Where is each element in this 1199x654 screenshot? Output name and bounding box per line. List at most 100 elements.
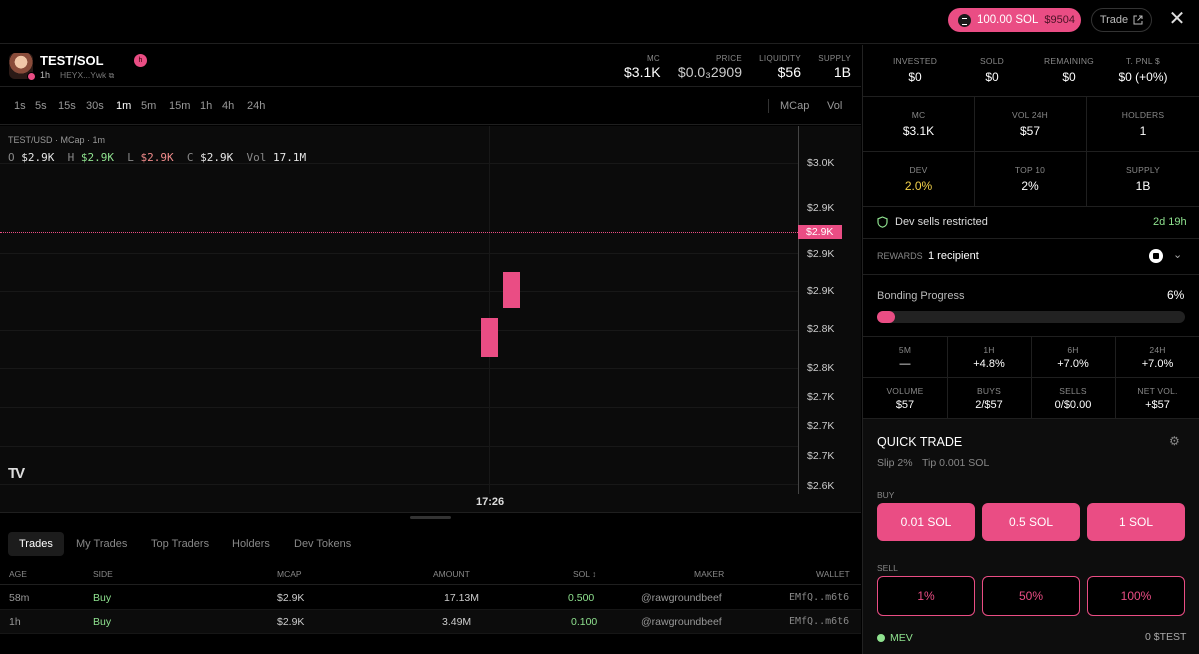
metric-holders: HOLDERS 1 <box>1086 110 1199 138</box>
top-bar: 100.00 SOL $9504 Trade ✕ <box>0 0 1199 44</box>
token-holding: 0 $TEST <box>1145 631 1187 643</box>
trade-sol: 0.500 <box>568 592 595 604</box>
tab-trades[interactable]: Trades <box>8 532 64 556</box>
timeframe-30s[interactable]: 30s <box>86 100 104 112</box>
timeframe-5s[interactable]: 5s <box>35 100 47 112</box>
balance-sol: 100.00 SOL <box>977 14 1039 26</box>
tab-top-traders[interactable]: Top Traders <box>140 532 220 556</box>
stat-sells: SELLS 0/$0.00 <box>1031 386 1115 411</box>
bonding-value: 6% <box>1167 288 1185 302</box>
col-side[interactable]: SIDE <box>93 569 113 579</box>
cell-label: T. PNL $ <box>1126 56 1160 66</box>
token-platform-badge: h <box>134 54 147 67</box>
solana-coin-icon <box>958 13 971 27</box>
col-age[interactable]: AGE <box>9 569 27 579</box>
price-axis-border <box>798 126 799 494</box>
resize-handle[interactable] <box>410 516 451 519</box>
chart-mode-mcap[interactable]: MCap <box>780 100 809 112</box>
cell-label: NET VOL. <box>1137 386 1178 396</box>
tab-holders[interactable]: Holders <box>221 532 281 556</box>
table-row[interactable]: 58m Buy $2.9K 17.13M 0.500 @rawgroundbee… <box>0 586 861 610</box>
cell-label: 6H <box>1067 345 1079 355</box>
sell-1-percent-button[interactable]: 1% <box>877 576 975 616</box>
cell-label: 24H <box>1149 345 1166 355</box>
stat-value: $0.0₃2909 <box>677 64 742 80</box>
cell-value: 2% <box>1021 179 1039 193</box>
buy-0.01-sol-button[interactable]: 0.01 SOL <box>877 503 975 541</box>
mev-status-icon <box>877 634 885 642</box>
token-address[interactable]: HEYX...Ywk ⧉ <box>60 70 114 81</box>
timeframe-15m[interactable]: 15m <box>169 100 190 112</box>
cell-value: — <box>899 358 911 370</box>
col-maker[interactable]: MAKER <box>694 569 724 579</box>
timeframe-15s[interactable]: 15s <box>58 100 76 112</box>
trade-wallet[interactable]: EMfQ..m6t6 <box>789 592 849 603</box>
current-price-line <box>0 232 798 233</box>
grid-line <box>0 407 798 408</box>
y-tick-label: $2.9K <box>807 202 835 214</box>
tab-dev-tokens[interactable]: Dev Tokens <box>283 532 362 556</box>
tab-my-trades[interactable]: My Trades <box>65 532 138 556</box>
cell-value: 2/$57 <box>975 399 1003 411</box>
tip-setting[interactable]: Tip 0.001 SOL <box>922 457 989 469</box>
sell-50-percent-button[interactable]: 50% <box>982 576 1080 616</box>
copy-icon[interactable]: ⧉ <box>109 71 115 80</box>
dev-sells-label: Dev sells restricted <box>895 216 988 228</box>
timeframe-1h[interactable]: 1h <box>200 100 212 112</box>
cell-label: 5M <box>898 345 912 355</box>
chart-mode-vol[interactable]: Vol <box>827 100 842 112</box>
col-mcap[interactable]: MCAP <box>277 569 302 579</box>
trade-maker[interactable]: @rawgroundbeef <box>641 616 722 628</box>
col-sol[interactable]: SOL ↕ <box>573 569 596 579</box>
gear-icon[interactable]: ⚙ <box>1169 434 1180 448</box>
divider <box>863 274 1199 275</box>
cell-label: 1H <box>983 345 995 355</box>
col-amount[interactable]: AMOUNT <box>433 569 470 579</box>
ohlc-close-label: C <box>186 151 194 164</box>
trade-maker[interactable]: @rawgroundbeef <box>641 592 722 604</box>
divider <box>863 151 1199 152</box>
y-tick-label: $2.6K <box>807 480 835 492</box>
wallet-balance-button[interactable]: 100.00 SOL $9504 <box>948 8 1081 32</box>
close-icon[interactable]: ✕ <box>1166 9 1188 31</box>
col-wallet[interactable]: WALLET <box>816 569 850 579</box>
buy-0.5-sol-button[interactable]: 0.5 SOL <box>982 503 1080 541</box>
token-age: 1h <box>40 70 51 80</box>
stat-supply: SUPPLY 1B <box>815 54 851 80</box>
price-chart[interactable]: TEST/USD · MCap · 1m O $2.9K H $2.9K L $… <box>0 126 861 513</box>
ohlc-low-label: L <box>127 151 134 164</box>
trade-wallet[interactable]: EMfQ..m6t6 <box>789 616 849 627</box>
stat-volume: VOLUME $57 <box>863 386 947 411</box>
sell-100-percent-button[interactable]: 100% <box>1087 576 1185 616</box>
trade-button[interactable]: Trade <box>1091 8 1152 32</box>
cell-value: $57 <box>895 399 915 411</box>
stat-mc: MC $3.1K <box>624 54 661 80</box>
mev-toggle[interactable]: MEV <box>877 632 913 644</box>
quick-trade-title: QUICK TRADE <box>877 435 963 449</box>
timeframe-24h[interactable]: 24h <box>247 100 265 112</box>
cell-label: MC <box>911 110 926 120</box>
recipient-avatar[interactable] <box>1149 249 1163 263</box>
timeframe-5m[interactable]: 5m <box>141 100 156 112</box>
buy-label: BUY <box>877 490 895 500</box>
timeframe-4h[interactable]: 4h <box>222 100 234 112</box>
cell-value: $0 (+0%) <box>1118 70 1168 84</box>
token-avatar[interactable] <box>9 53 36 81</box>
timeframe-1s[interactable]: 1s <box>14 100 26 112</box>
stat-price: PRICE $0.0₃2909 <box>676 54 742 80</box>
metric-top10: TOP 10 2% <box>974 165 1086 193</box>
position-total-pnl: T. PNL $ $0 (+0%) <box>1091 56 1195 84</box>
y-tick-label: $2.7K <box>807 450 835 462</box>
tradingview-logo[interactable]: TV <box>8 465 25 482</box>
timeframe-1m[interactable]: 1m <box>116 100 131 112</box>
mev-label: MEV <box>890 632 913 644</box>
grid-line <box>0 368 798 369</box>
table-row[interactable]: 1h Buy $2.9K 3.49M 0.100 @rawgroundbeef … <box>0 610 861 634</box>
ohlc-open-label: O <box>8 151 15 164</box>
buy-1-sol-button[interactable]: 1 SOL <box>1087 503 1185 541</box>
change-1h: 1H +4.8% <box>947 345 1031 370</box>
slippage-setting[interactable]: Slip 2% <box>877 457 913 469</box>
metric-vol-24h: VOL 24H $57 <box>974 110 1086 138</box>
cell-value: +7.0% <box>1141 358 1174 370</box>
chevron-down-icon[interactable]: ⌄ <box>1173 248 1182 261</box>
